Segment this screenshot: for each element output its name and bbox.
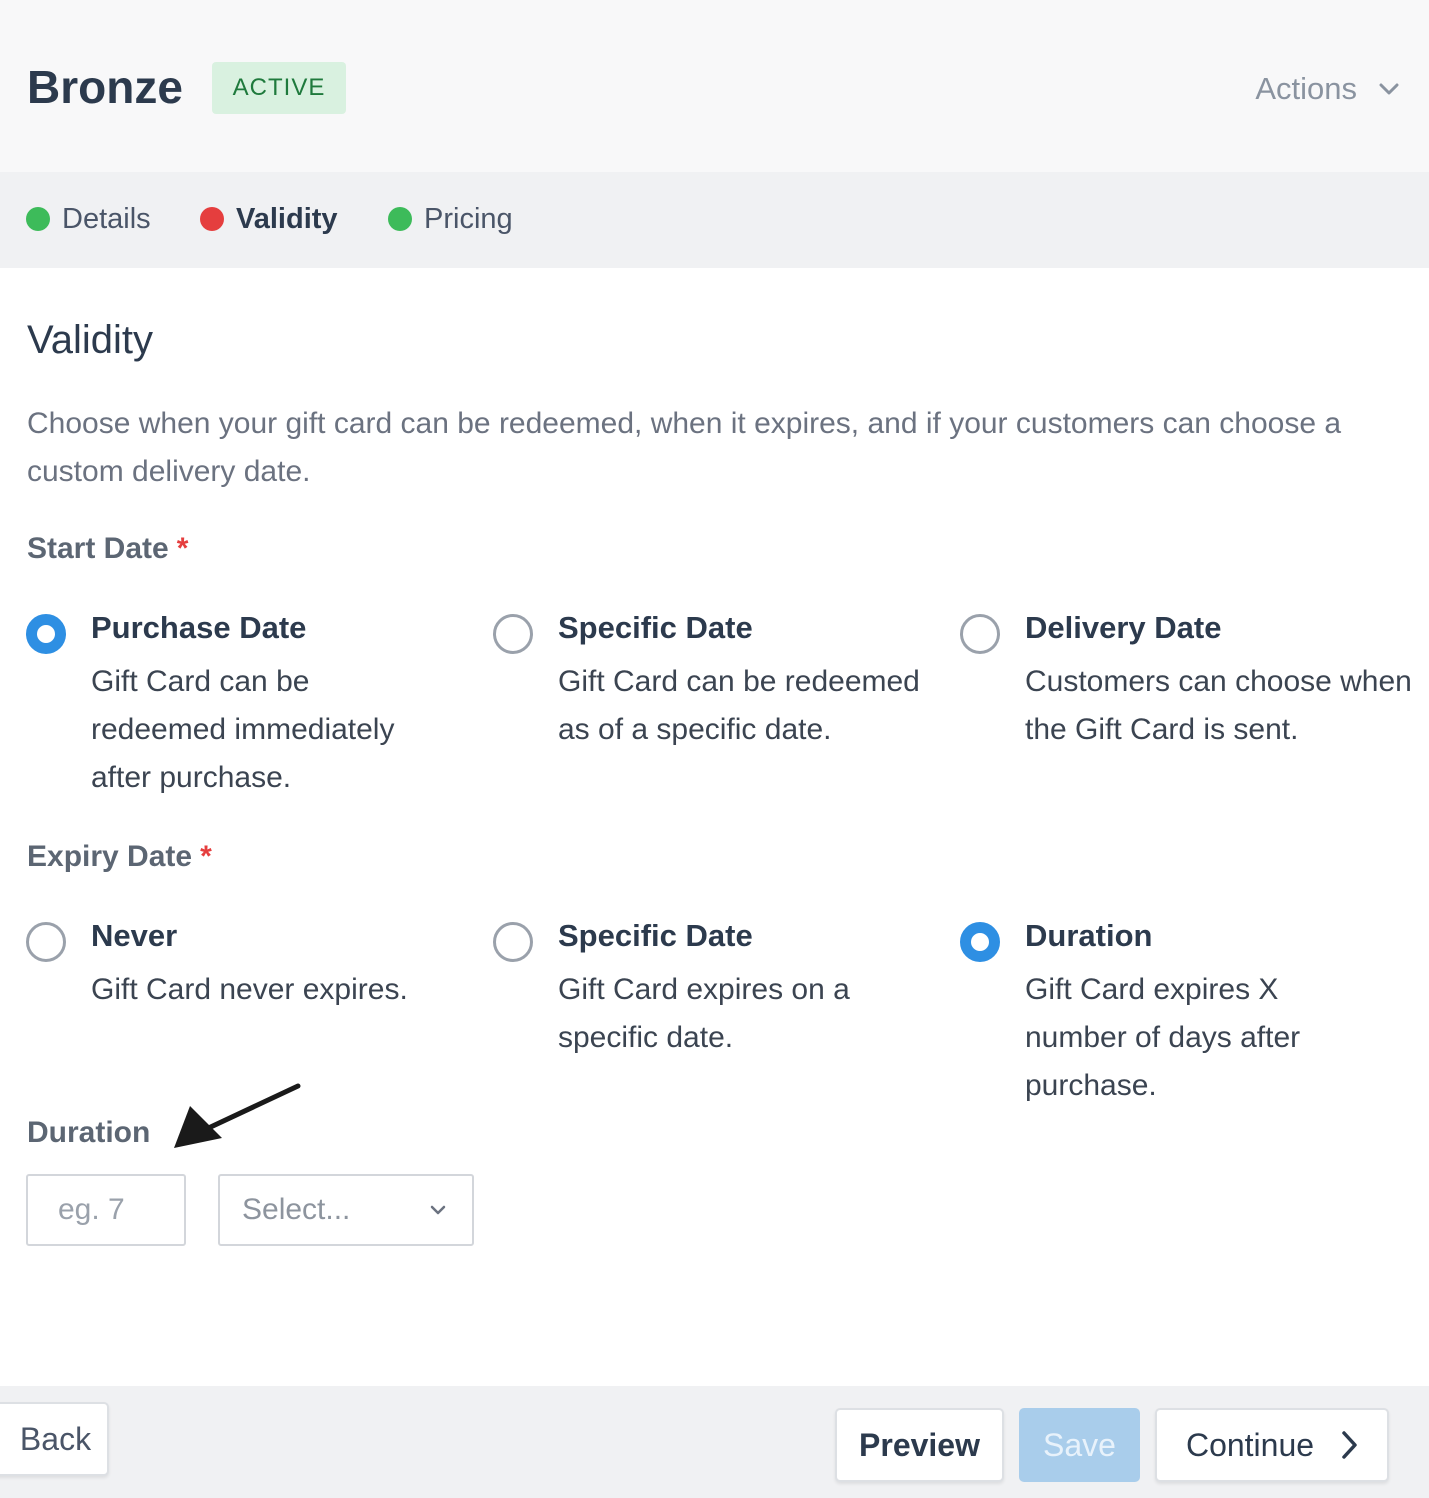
radio-button[interactable] (493, 922, 533, 962)
tab-pricing[interactable]: Pricing (388, 198, 513, 240)
duration-unit-select[interactable]: Select... (218, 1174, 474, 1246)
section-description: Choose when your gift card can be redeem… (27, 407, 1342, 488)
option-title: Duration (1025, 918, 1153, 953)
required-mark: * (200, 840, 212, 873)
actions-dropdown[interactable]: Actions (1255, 68, 1399, 110)
page-title: Bronze (27, 61, 183, 113)
tab-label: Pricing (424, 202, 513, 235)
option-title: Purchase Date (91, 610, 307, 645)
annotation-arrow-icon (174, 1083, 301, 1148)
option-description: Gift Card can be redeemed immediately af… (91, 665, 395, 794)
preview-button[interactable]: Preview (835, 1408, 1004, 1482)
back-button[interactable]: Back (0, 1402, 109, 1476)
radio-button[interactable] (960, 922, 1000, 962)
option-title: Specific Date (558, 610, 753, 645)
option-description: Gift Card can be redeemed as of a specif… (558, 665, 920, 746)
chevron-down-icon (1379, 83, 1399, 95)
save-button[interactable]: Save (1019, 1408, 1140, 1482)
start-date-label: Start Date * (27, 532, 188, 566)
radio-button[interactable] (960, 614, 1000, 654)
start-date-label-text: Start Date (27, 532, 169, 565)
tab-label: Details (62, 202, 151, 235)
option-description: Customers can choose when the Gift Card … (1025, 665, 1412, 746)
status-dot-icon (200, 207, 224, 231)
actions-label: Actions (1255, 71, 1357, 106)
page-header: Bronze ACTIVE Actions (0, 0, 1429, 172)
tab-details[interactable]: Details (26, 198, 151, 240)
radio-button[interactable] (26, 614, 66, 654)
continue-button[interactable]: Continue (1155, 1408, 1389, 1482)
radio-button[interactable] (493, 614, 533, 654)
status-dot-icon (26, 207, 50, 231)
chevron-down-icon (430, 1205, 446, 1215)
option-description: Gift Card expires on a specific date. (558, 973, 850, 1054)
expiry-date-label-text: Expiry Date (27, 840, 193, 873)
status-dot-icon (388, 207, 412, 231)
option-title: Specific Date (558, 918, 753, 953)
option-description: Gift Card never expires. (91, 973, 408, 1006)
required-mark: * (176, 532, 189, 565)
option-title: Never (91, 918, 178, 953)
select-placeholder: Select... (242, 1193, 351, 1226)
status-badge: ACTIVE (212, 62, 346, 114)
tab-label: Validity (236, 202, 338, 235)
option-description: Gift Card expires X number of days after… (1025, 973, 1301, 1102)
option-title: Delivery Date (1025, 610, 1222, 645)
duration-label: Duration (27, 1116, 151, 1149)
expiry-date-label: Expiry Date * (27, 840, 212, 874)
tab-validity[interactable]: Validity (200, 198, 338, 240)
duration-number-input[interactable] (26, 1174, 186, 1246)
chevron-right-icon (1342, 1431, 1357, 1459)
continue-label: Continue (1185, 1426, 1315, 1463)
radio-button[interactable] (26, 922, 66, 962)
section-title: Validity (27, 318, 153, 362)
